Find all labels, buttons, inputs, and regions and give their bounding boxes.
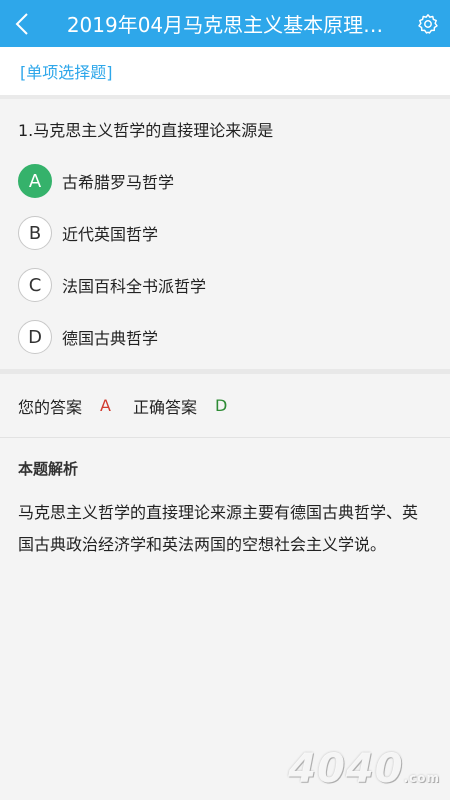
- correct-answer-value: D: [214, 396, 228, 415]
- option-c-text: 法国百科全书派哲学: [62, 277, 207, 296]
- gear-icon: [418, 13, 438, 34]
- settings-button[interactable]: [406, 0, 450, 47]
- option-a-letter: A: [18, 164, 52, 198]
- option-d[interactable]: D 德国古典哲学: [18, 311, 432, 363]
- watermark-main: 4040: [288, 746, 404, 792]
- option-b[interactable]: B 近代英国哲学: [18, 207, 432, 259]
- your-answer-label: 您的答案: [18, 397, 83, 417]
- question-section: 1.马克思主义哲学的直接理论来源是 A 古希腊罗马哲学 B 近代英国哲学 C 法…: [0, 99, 450, 369]
- back-button[interactable]: [0, 0, 44, 47]
- correct-answer-label: 正确答案: [132, 397, 197, 417]
- analysis-section: 本题解析 马克思主义哲学的直接理论来源主要有德国古典哲学、英国古典政治经济学和英…: [0, 438, 450, 561]
- option-c-letter: C: [18, 268, 52, 302]
- page-title: 2019年04月马克思主义基本原理…: [66, 13, 384, 37]
- app-header: 2019年04月马克思主义基本原理…: [0, 0, 450, 47]
- question-type-label: [单项选择题]: [20, 63, 113, 82]
- option-d-letter: D: [18, 320, 52, 354]
- back-arrow-icon: [15, 12, 28, 35]
- watermark-suffix: .com: [403, 771, 440, 785]
- option-c[interactable]: C 法国百科全书派哲学: [18, 259, 432, 311]
- analysis-title: 本题解析: [18, 460, 79, 478]
- option-b-letter: B: [18, 216, 52, 250]
- analysis-text: 马克思主义哲学的直接理论来源主要有德国古典哲学、英国古典政治经济学和英法两国的空…: [18, 503, 419, 554]
- option-b-text: 近代英国哲学: [62, 225, 159, 244]
- your-answer-value: A: [100, 396, 111, 415]
- option-a-text: 古希腊罗马哲学: [62, 173, 175, 192]
- question-text: 1.马克思主义哲学的直接理论来源是: [18, 121, 274, 140]
- option-d-text: 德国古典哲学: [62, 329, 159, 348]
- answer-row: 您的答案 A 正确答案 D: [0, 374, 450, 438]
- site-watermark: 4040.com: [288, 746, 440, 792]
- question-type-bar: [单项选择题]: [0, 47, 450, 95]
- main-content: [单项选择题] 1.马克思主义哲学的直接理论来源是 A 古希腊罗马哲学 B 近代…: [0, 47, 450, 561]
- option-a[interactable]: A 古希腊罗马哲学: [18, 155, 432, 207]
